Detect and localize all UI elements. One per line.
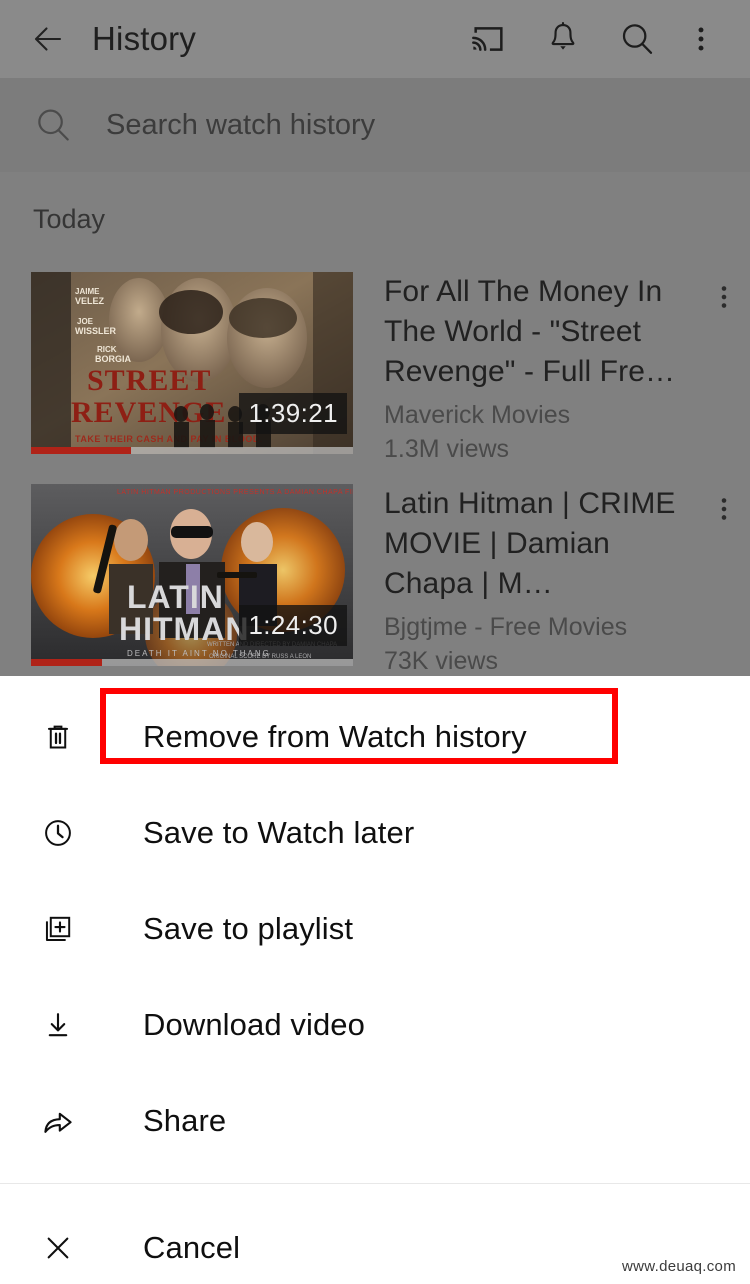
notifications-button[interactable] bbox=[526, 8, 600, 70]
kebab-icon bbox=[698, 27, 704, 51]
video-channel: Maverick Movies bbox=[384, 401, 571, 429]
menu-item-save-to-playlist[interactable]: Save to playlist bbox=[0, 881, 750, 977]
video-thumbnail[interactable]: LATIN HITMAN DEATH IT AINT NO THANG LATI… bbox=[31, 484, 353, 666]
video-metadata: Latin Hitman | CRIME MOVIE | Damian Chap… bbox=[353, 484, 698, 676]
svg-text:RICK: RICK bbox=[97, 345, 117, 354]
menu-item-save-to-watch-later[interactable]: Save to Watch later bbox=[0, 785, 750, 881]
watch-progress-track bbox=[31, 447, 353, 454]
trash-icon bbox=[33, 712, 83, 762]
menu-item-label: Save to playlist bbox=[143, 911, 354, 946]
share-icon bbox=[33, 1096, 83, 1146]
video-metadata: For All The Money In The World - "Street… bbox=[353, 272, 698, 466]
svg-text:JAIME: JAIME bbox=[75, 287, 100, 296]
divider bbox=[0, 1183, 750, 1184]
arrow-left-icon bbox=[34, 27, 62, 51]
menu-item-label: Download video bbox=[143, 1007, 365, 1042]
watermark: www.deuaq.com bbox=[622, 1258, 736, 1275]
history-list: Today STREET REVENGE TAKE THEIR CASH AND… bbox=[0, 172, 750, 676]
video-channel: Bjgtjme - Free Movies bbox=[384, 613, 628, 641]
page-title: History bbox=[92, 20, 197, 57]
video-thumbnail[interactable]: STREET REVENGE TAKE THEIR CASH AND PAY I… bbox=[31, 272, 353, 454]
section-header-today: Today bbox=[33, 204, 106, 234]
svg-text:VELEZ: VELEZ bbox=[75, 296, 105, 306]
svg-text:LATIN HITMAN PRODUCTIONS PRESE: LATIN HITMAN PRODUCTIONS PRESENTS A DAMI… bbox=[117, 489, 353, 496]
dimmed-app-background: History Search watch history Today STREE… bbox=[0, 0, 750, 676]
video-options-bottom-sheet: Remove from Watch history Save to Watch … bbox=[0, 676, 750, 1284]
download-icon bbox=[33, 1000, 83, 1050]
bell-icon bbox=[551, 21, 575, 50]
list-item[interactable]: STREET REVENGE TAKE THEIR CASH AND PAY I… bbox=[0, 272, 750, 466]
video-title[interactable]: Latin Hitman | CRIME MOVIE | Damian Chap… bbox=[384, 484, 694, 604]
back-button[interactable] bbox=[22, 13, 74, 65]
watch-progress-track bbox=[31, 659, 353, 666]
svg-text:WISSLER: WISSLER bbox=[75, 326, 117, 336]
app-bar-actions bbox=[452, 8, 728, 70]
video-duration: 1:39:21 bbox=[239, 393, 347, 434]
menu-item-share[interactable]: Share bbox=[0, 1073, 750, 1169]
search-icon bbox=[38, 109, 69, 141]
video-more-options-button[interactable] bbox=[698, 484, 750, 524]
cast-icon bbox=[472, 27, 503, 51]
clock-icon bbox=[33, 808, 83, 858]
close-icon bbox=[33, 1223, 83, 1273]
svg-text:BORGIA: BORGIA bbox=[95, 354, 132, 364]
svg-text:LATIN: LATIN bbox=[127, 579, 224, 615]
playlist-add-icon bbox=[33, 904, 83, 954]
app-bar: History bbox=[0, 0, 750, 78]
kebab-icon bbox=[721, 286, 727, 308]
menu-item-label: Share bbox=[143, 1103, 227, 1138]
cast-button[interactable] bbox=[452, 8, 526, 70]
video-views: 73K views bbox=[384, 647, 498, 675]
list-item[interactable]: LATIN HITMAN DEATH IT AINT NO THANG LATI… bbox=[0, 484, 750, 676]
more-options-button[interactable] bbox=[674, 8, 728, 70]
search-input[interactable]: Search watch history bbox=[106, 109, 375, 142]
screen: History Search watch history Today STREE… bbox=[0, 0, 750, 1284]
search-input-icon bbox=[30, 102, 76, 148]
menu-item-label: Save to Watch later bbox=[143, 815, 415, 850]
watch-progress-fill bbox=[31, 447, 131, 454]
menu-item-remove-from-watch-history[interactable]: Remove from Watch history bbox=[0, 689, 750, 785]
watch-progress-fill bbox=[31, 659, 102, 666]
menu-item-label: Remove from Watch history bbox=[143, 719, 527, 754]
video-duration: 1:24:30 bbox=[239, 605, 347, 646]
search-watch-history-bar[interactable]: Search watch history bbox=[0, 78, 750, 172]
menu-item-label: Cancel bbox=[143, 1230, 241, 1265]
video-title[interactable]: For All The Money In The World - "Street… bbox=[384, 272, 694, 392]
search-icon bbox=[622, 24, 653, 54]
svg-text:JOE: JOE bbox=[77, 317, 94, 326]
kebab-icon bbox=[721, 498, 727, 520]
search-button[interactable] bbox=[600, 8, 674, 70]
video-views: 1.3M views bbox=[384, 435, 510, 463]
video-more-options-button[interactable] bbox=[698, 272, 750, 312]
menu-item-download-video[interactable]: Download video bbox=[0, 977, 750, 1073]
svg-text:STREET: STREET bbox=[87, 364, 211, 397]
